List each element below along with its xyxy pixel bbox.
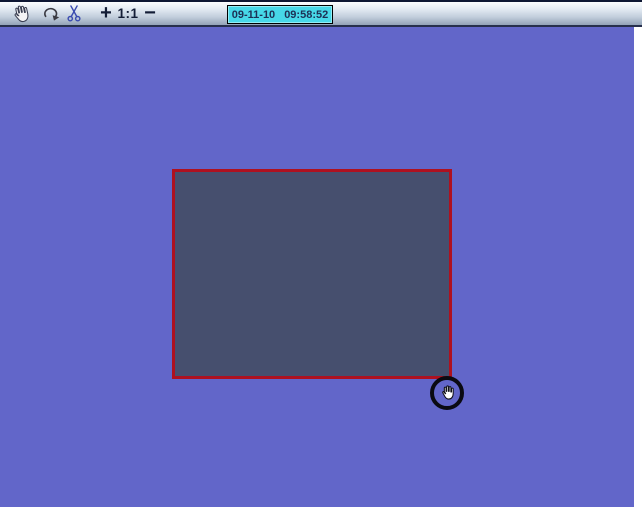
toolbar: + 1:1 − 09-11-10 09:58:52 bbox=[0, 0, 642, 27]
pan-tool-button[interactable] bbox=[7, 2, 33, 25]
selection-region[interactable] bbox=[172, 169, 452, 379]
date-value: 09-11-10 bbox=[231, 8, 276, 21]
redo-arrow-icon bbox=[43, 7, 59, 21]
datetime-display: 09-11-10 09:58:52 bbox=[227, 5, 333, 24]
time-value: 09:58:52 bbox=[284, 8, 329, 21]
cursor-highlight-circle bbox=[430, 376, 464, 410]
cut-tool-button[interactable] bbox=[64, 2, 84, 25]
application-window: + 1:1 − 09-11-10 09:58:52 bbox=[0, 0, 642, 515]
video-canvas[interactable] bbox=[0, 27, 634, 507]
zoom-in-button[interactable]: + bbox=[95, 2, 117, 25]
zoom-out-button[interactable]: − bbox=[139, 2, 161, 25]
redo-tool-button[interactable] bbox=[40, 2, 62, 25]
zoom-actual-size-button[interactable]: 1:1 bbox=[115, 2, 141, 25]
hand-cursor-icon bbox=[442, 384, 454, 400]
hand-icon bbox=[14, 5, 29, 23]
scissors-icon bbox=[67, 5, 81, 22]
